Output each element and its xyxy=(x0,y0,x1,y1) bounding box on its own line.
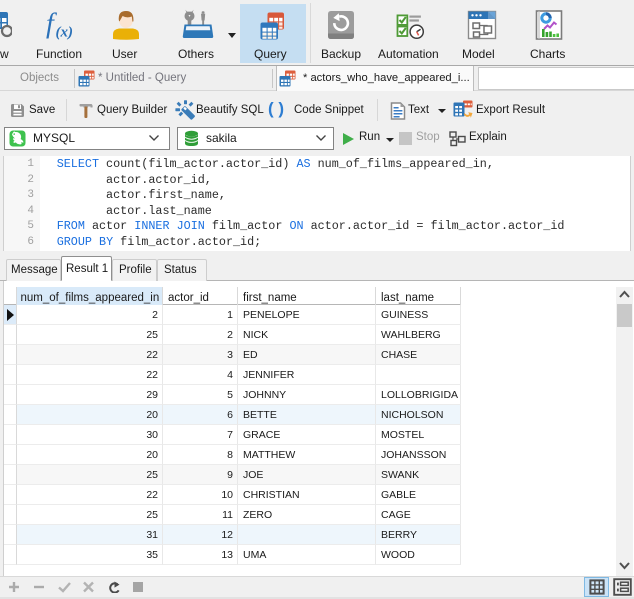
svg-text:(x): (x) xyxy=(56,25,74,41)
